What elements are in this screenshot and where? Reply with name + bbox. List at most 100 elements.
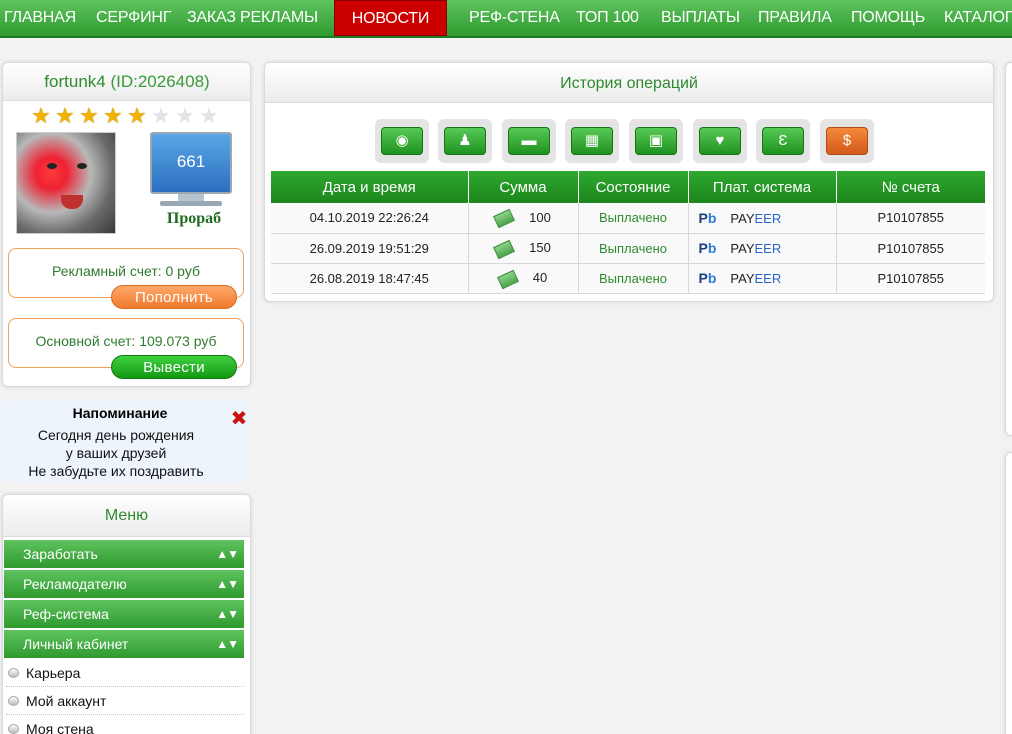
system-post: EER [754, 271, 782, 286]
bullet-icon [8, 696, 19, 706]
cell-state: Выплачено [578, 233, 689, 264]
cell-date: 04.10.2019 22:26:24 [271, 203, 469, 234]
cell-date: 26.09.2019 19:51:29 [271, 233, 469, 264]
star-icon: ★ [31, 103, 51, 128]
star-empty-icon: ★ [199, 103, 219, 128]
menu-section-advertiser[interactable]: Рекламодателю ▲▼ [4, 570, 244, 599]
nav-order-ads[interactable]: ЗАКАЗ РЕКЛАМЫ [187, 0, 318, 36]
cell-amount: 100 [468, 203, 579, 234]
column-header-amount: Сумма [468, 171, 579, 203]
money-bag-icon-button[interactable]: $ [820, 119, 874, 163]
cell-state: Выплачено [578, 263, 689, 294]
money-bag-icon: $ [826, 127, 868, 155]
right-side-panel [1005, 62, 1012, 436]
wine-icon-button[interactable]: ♥ [693, 119, 747, 163]
pb-p: P [698, 240, 708, 256]
expand-arrows-icon[interactable]: ▲▼ [216, 570, 239, 599]
submenu-label: Мой аккаунт [26, 693, 107, 709]
pb-b: b [707, 209, 717, 226]
close-icon[interactable]: ✖ [230, 409, 248, 429]
nav-top100[interactable]: ТОП 100 [576, 0, 639, 36]
nav-payouts[interactable]: ВЫПЛАТЫ [661, 0, 740, 36]
monitor-icon[interactable]: 661 [150, 132, 232, 194]
system-pre: PAY [730, 241, 755, 256]
cell-system: Pb PAYEER [688, 233, 837, 264]
payeer-logo-icon: Pb [699, 210, 717, 226]
pb-b: b [707, 270, 717, 286]
monitor-base [160, 201, 222, 206]
top-up-button[interactable]: Пополнить [111, 285, 237, 309]
main-account-text: Основной счет: 109.073 руб [35, 333, 217, 349]
pb-p: P [698, 209, 708, 226]
star-icon: ★ [103, 103, 123, 128]
monitor-value: 661 [176, 152, 206, 171]
system-post: EER [754, 241, 782, 256]
money-icon [493, 239, 516, 259]
submenu-career[interactable]: Карьера [6, 659, 244, 687]
username-text[interactable]: fortunk4 [44, 72, 105, 91]
nav-help[interactable]: ПОМОЩЬ [851, 0, 925, 36]
submenu-my-account[interactable]: Мой аккаунт [6, 687, 244, 715]
menu-section-label: Личный кабинет [23, 636, 129, 652]
globe-icon-button[interactable]: ◉ [375, 119, 429, 163]
menu-section-label: Заработать [23, 546, 98, 562]
main-account-box: Основной счет: 109.073 руб Вывести [8, 318, 244, 379]
calendar-icon-button[interactable]: ▦ [565, 119, 619, 163]
nav-catalog[interactable]: КАТАЛОГ [944, 0, 1012, 36]
withdraw-button[interactable]: Вывести [111, 355, 237, 379]
reminder-line: Сегодня день рождения [37, 427, 195, 443]
table-row: 26.09.2019 19:51:29 150 Выплачено Pb PAYE… [271, 233, 985, 264]
nav-ref-wall[interactable]: РЕФ-СТЕНА [469, 0, 560, 36]
right-side-panel-lower [1005, 452, 1012, 734]
globe-icon: ◉ [381, 127, 423, 155]
e-letter-icon: Ɛ [762, 127, 804, 155]
nav-surfing[interactable]: СЕРФИНГ [96, 0, 171, 36]
reminder-line: у ваших друзей [65, 445, 167, 461]
nav-news[interactable]: НОВОСТИ [334, 0, 447, 36]
menu-section-label: Реф-система [23, 606, 109, 622]
menu-section-earn[interactable]: Заработать ▲▼ [4, 540, 244, 569]
star-icon: ★ [79, 103, 99, 128]
cell-account: P10107855 [836, 233, 985, 264]
column-header-date: Дата и время [271, 171, 469, 203]
wallet-icon-button[interactable]: ▬ [502, 119, 556, 163]
nav-home[interactable]: ГЛАВНАЯ [4, 0, 76, 36]
menu-section-label: Рекламодателю [23, 576, 127, 592]
cell-account: P10107855 [836, 203, 985, 234]
cell-date: 26.08.2019 18:47:45 [271, 263, 469, 294]
money-icon [493, 209, 516, 229]
cell-account: P10107855 [836, 263, 985, 294]
amount-value: 40 [532, 270, 548, 286]
history-panel: История операций ◉ ♟ ▬ ▦ ▣ ♥ Ɛ $ Дата и … [264, 62, 994, 302]
avatar-eye [77, 163, 87, 169]
system-pre: PAY [730, 210, 755, 226]
expand-arrows-icon[interactable]: ▲▼ [216, 600, 239, 629]
e-letter-icon-button[interactable]: Ɛ [756, 119, 810, 163]
table-row: 04.10.2019 22:26:24 100 Выплачено Pb PAYE… [271, 203, 985, 234]
lock-icon-button[interactable]: ▣ [629, 119, 683, 163]
payeer-logo-icon: Pb [699, 240, 717, 256]
menu-section-cabinet[interactable]: Личный кабинет ▲▼ [4, 630, 244, 659]
cell-amount: 150 [468, 233, 579, 264]
cell-amount: 40 [468, 263, 579, 294]
history-title: История операций [265, 63, 993, 103]
reminder-title: Напоминание [72, 405, 168, 421]
system-pre: PAY [730, 271, 755, 286]
submenu-my-wall[interactable]: Моя стена [6, 715, 244, 734]
column-header-account: № счета [836, 171, 985, 203]
column-header-state: Состояние [578, 171, 689, 203]
avatar-eye [47, 163, 57, 169]
avatar-mouth [61, 195, 83, 209]
menu-section-ref[interactable]: Реф-система ▲▼ [4, 600, 244, 629]
pb-b: b [707, 240, 717, 256]
ad-account-box: Рекламный счет: 0 руб Пополнить [8, 248, 244, 309]
nav-rules[interactable]: ПРАВИЛА [758, 0, 832, 36]
avatar[interactable] [16, 132, 116, 234]
money-icon [496, 269, 519, 289]
rating-stars: ★ ★ ★ ★ ★ ★ ★ ★ [29, 105, 221, 127]
expand-arrows-icon[interactable]: ▲▼ [216, 630, 239, 659]
expand-arrows-icon[interactable]: ▲▼ [216, 540, 239, 569]
profile-username: fortunk4 (ID:2026408) [3, 63, 250, 101]
users-icon-button[interactable]: ♟ [438, 119, 492, 163]
wallet-icon: ▬ [508, 127, 550, 155]
